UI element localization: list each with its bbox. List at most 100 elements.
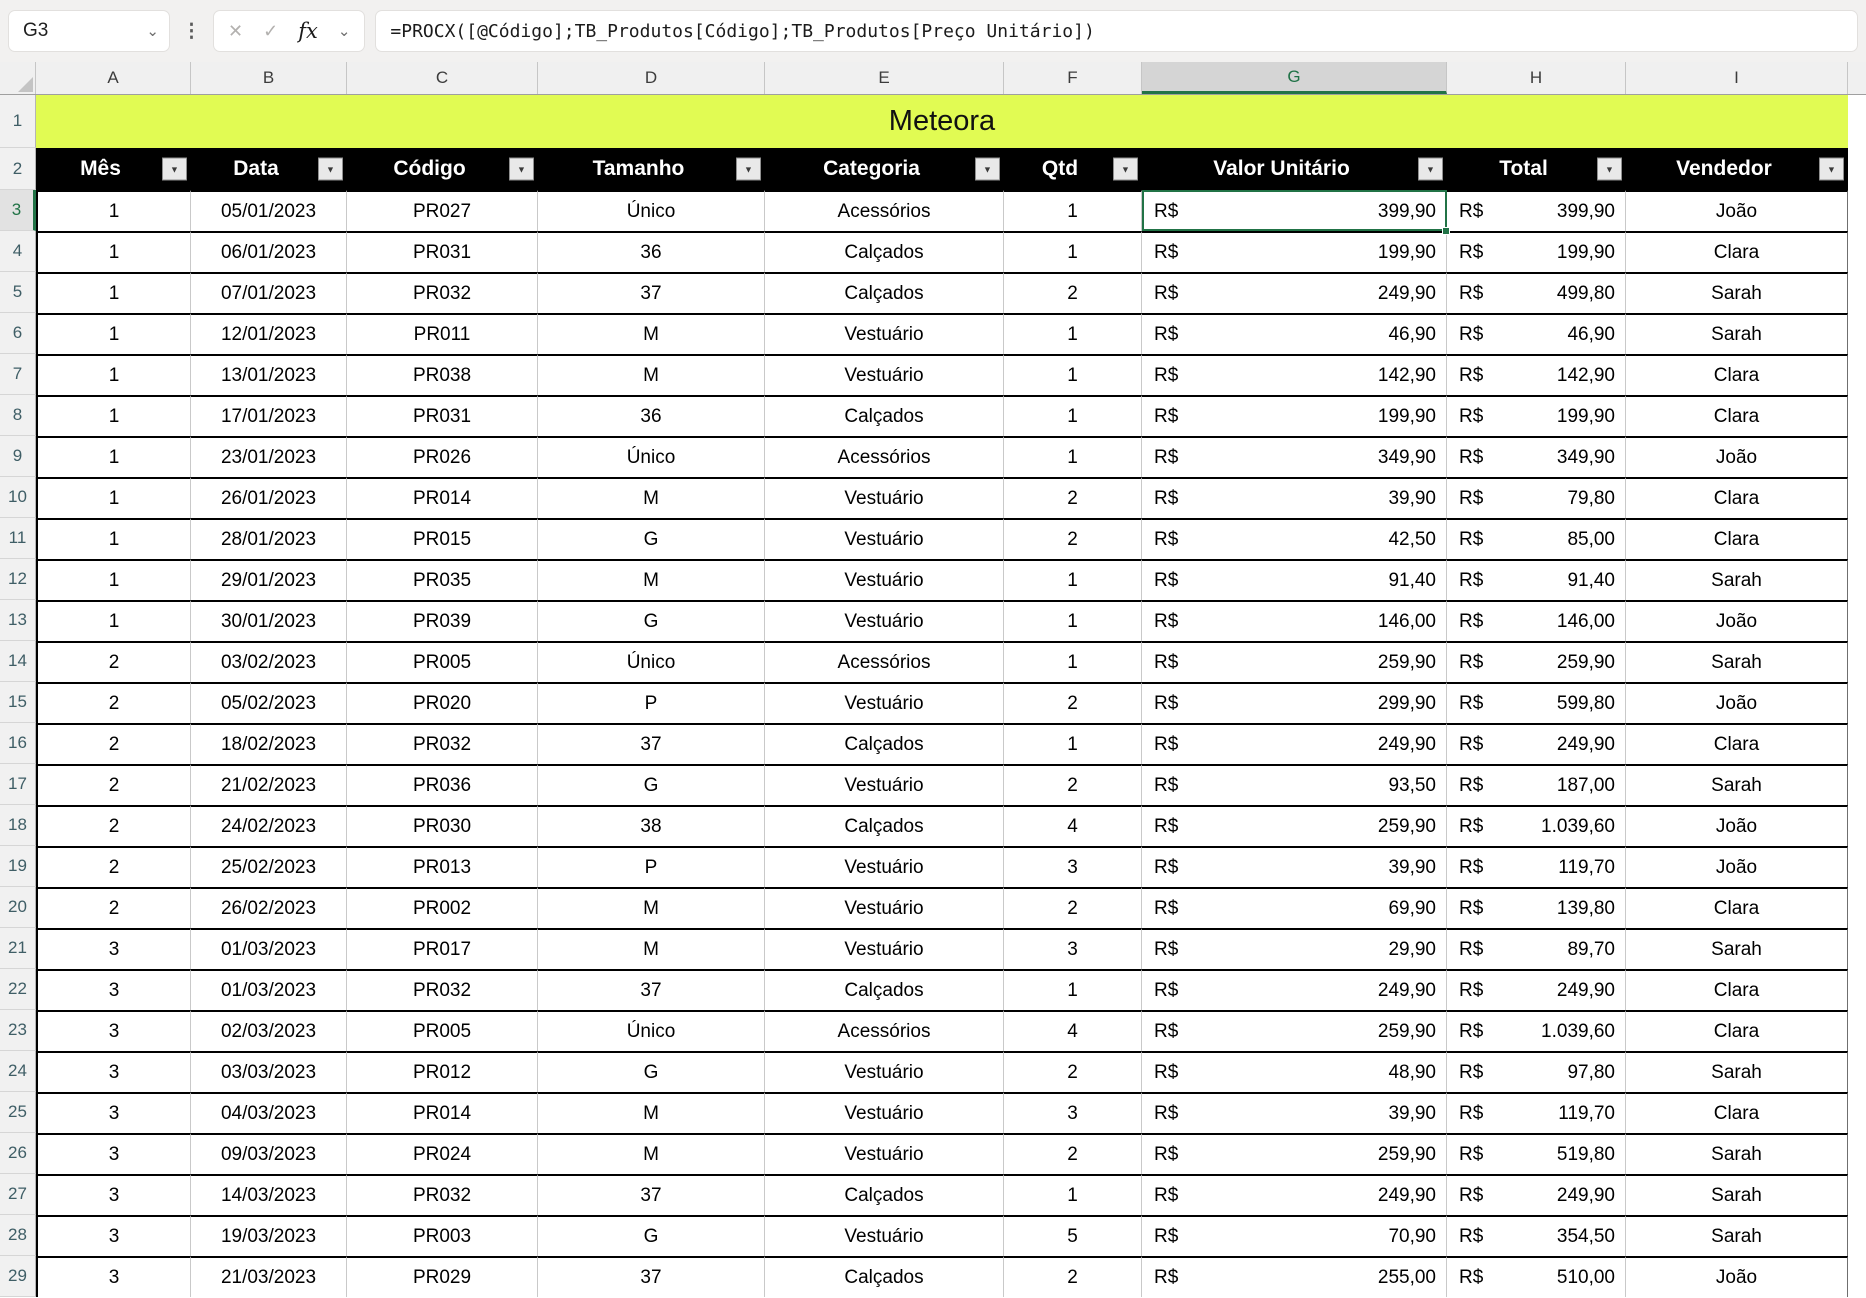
- cell-H26[interactable]: R$ 519,80: [1447, 1133, 1626, 1174]
- cell-F15[interactable]: 2: [1004, 682, 1142, 723]
- row-header-1[interactable]: 1: [0, 95, 36, 148]
- cell-A28[interactable]: 3: [36, 1215, 191, 1256]
- filter-button[interactable]: ▼: [1418, 157, 1443, 181]
- cell-G4[interactable]: R$ 199,90: [1142, 231, 1447, 272]
- cell-H23[interactable]: R$ 1.039,60: [1447, 1010, 1626, 1051]
- row-header-19[interactable]: 19: [0, 846, 36, 887]
- cell-G21[interactable]: R$ 29,90: [1142, 928, 1447, 969]
- row-header-28[interactable]: 28: [0, 1215, 36, 1256]
- cell-D7[interactable]: M: [538, 354, 765, 395]
- row-header-4[interactable]: 4: [0, 231, 36, 272]
- cell-C15[interactable]: PR020: [347, 682, 538, 723]
- cell-H15[interactable]: R$ 599,80: [1447, 682, 1626, 723]
- cancel-icon[interactable]: ✕: [228, 21, 243, 42]
- column-title-E[interactable]: Categoria ▼: [765, 148, 1004, 190]
- cell-I23[interactable]: Clara: [1626, 1010, 1848, 1051]
- cell-I26[interactable]: Sarah: [1626, 1133, 1848, 1174]
- filter-button[interactable]: ▼: [1113, 157, 1138, 181]
- cell-C12[interactable]: PR035: [347, 559, 538, 600]
- cell-E15[interactable]: Vestuário: [765, 682, 1004, 723]
- row-header-20[interactable]: 20: [0, 887, 36, 928]
- cell-E3[interactable]: Acessórios: [765, 190, 1004, 231]
- cell-B20[interactable]: 26/02/2023: [191, 887, 347, 928]
- cell-B21[interactable]: 01/03/2023: [191, 928, 347, 969]
- cell-G25[interactable]: R$ 39,90: [1142, 1092, 1447, 1133]
- cell-A13[interactable]: 1: [36, 600, 191, 641]
- cell-B8[interactable]: 17/01/2023: [191, 395, 347, 436]
- column-header-G[interactable]: G: [1142, 62, 1447, 94]
- cell-F14[interactable]: 1: [1004, 641, 1142, 682]
- cell-D17[interactable]: G: [538, 764, 765, 805]
- cell-D11[interactable]: G: [538, 518, 765, 559]
- cell-C18[interactable]: PR030: [347, 805, 538, 846]
- cell-E10[interactable]: Vestuário: [765, 477, 1004, 518]
- cell-H22[interactable]: R$ 249,90: [1447, 969, 1626, 1010]
- confirm-icon[interactable]: ✓: [263, 21, 278, 42]
- cell-I10[interactable]: Clara: [1626, 477, 1848, 518]
- cell-F21[interactable]: 3: [1004, 928, 1142, 969]
- cell-E20[interactable]: Vestuário: [765, 887, 1004, 928]
- cell-I27[interactable]: Sarah: [1626, 1174, 1848, 1215]
- row-header-12[interactable]: 12: [0, 559, 36, 600]
- column-title-D[interactable]: Tamanho ▼: [538, 148, 765, 190]
- sheet-title[interactable]: Meteora: [36, 95, 1848, 148]
- cell-B11[interactable]: 28/01/2023: [191, 518, 347, 559]
- cell-C3[interactable]: PR027: [347, 190, 538, 231]
- row-header-7[interactable]: 7: [0, 354, 36, 395]
- cell-C23[interactable]: PR005: [347, 1010, 538, 1051]
- cell-A18[interactable]: 2: [36, 805, 191, 846]
- cell-A3[interactable]: 1: [36, 190, 191, 231]
- cell-A5[interactable]: 1: [36, 272, 191, 313]
- cell-G20[interactable]: R$ 69,90: [1142, 887, 1447, 928]
- cell-H8[interactable]: R$ 199,90: [1447, 395, 1626, 436]
- cell-I12[interactable]: Sarah: [1626, 559, 1848, 600]
- cell-D25[interactable]: M: [538, 1092, 765, 1133]
- cell-C10[interactable]: PR014: [347, 477, 538, 518]
- cell-F20[interactable]: 2: [1004, 887, 1142, 928]
- cell-G6[interactable]: R$ 46,90: [1142, 313, 1447, 354]
- cell-I16[interactable]: Clara: [1626, 723, 1848, 764]
- cell-C22[interactable]: PR032: [347, 969, 538, 1010]
- cell-C19[interactable]: PR013: [347, 846, 538, 887]
- column-header-H[interactable]: H: [1447, 62, 1626, 94]
- cell-G26[interactable]: R$ 259,90: [1142, 1133, 1447, 1174]
- cell-G28[interactable]: R$ 70,90: [1142, 1215, 1447, 1256]
- column-title-C[interactable]: Código ▼: [347, 148, 538, 190]
- row-header-5[interactable]: 5: [0, 272, 36, 313]
- cell-C25[interactable]: PR014: [347, 1092, 538, 1133]
- cell-A6[interactable]: 1: [36, 313, 191, 354]
- cell-E11[interactable]: Vestuário: [765, 518, 1004, 559]
- cell-F7[interactable]: 1: [1004, 354, 1142, 395]
- cell-B19[interactable]: 25/02/2023: [191, 846, 347, 887]
- cell-H10[interactable]: R$ 79,80: [1447, 477, 1626, 518]
- cell-E6[interactable]: Vestuário: [765, 313, 1004, 354]
- cell-I19[interactable]: João: [1626, 846, 1848, 887]
- cell-B18[interactable]: 24/02/2023: [191, 805, 347, 846]
- row-header-10[interactable]: 10: [0, 477, 36, 518]
- cell-H21[interactable]: R$ 89,70: [1447, 928, 1626, 969]
- cell-B24[interactable]: 03/03/2023: [191, 1051, 347, 1092]
- cell-A7[interactable]: 1: [36, 354, 191, 395]
- cell-C20[interactable]: PR002: [347, 887, 538, 928]
- cell-A15[interactable]: 2: [36, 682, 191, 723]
- cell-G9[interactable]: R$ 349,90: [1142, 436, 1447, 477]
- cell-F4[interactable]: 1: [1004, 231, 1142, 272]
- cell-B7[interactable]: 13/01/2023: [191, 354, 347, 395]
- cell-E23[interactable]: Acessórios: [765, 1010, 1004, 1051]
- cell-G12[interactable]: R$ 91,40: [1142, 559, 1447, 600]
- cell-D8[interactable]: 36: [538, 395, 765, 436]
- cell-D3[interactable]: Único: [538, 190, 765, 231]
- cell-B9[interactable]: 23/01/2023: [191, 436, 347, 477]
- cell-F26[interactable]: 2: [1004, 1133, 1142, 1174]
- chevron-down-icon[interactable]: ⌄: [146, 24, 159, 39]
- cell-G5[interactable]: R$ 249,90: [1142, 272, 1447, 313]
- cell-G16[interactable]: R$ 249,90: [1142, 723, 1447, 764]
- cell-F24[interactable]: 2: [1004, 1051, 1142, 1092]
- cell-G22[interactable]: R$ 249,90: [1142, 969, 1447, 1010]
- cell-H19[interactable]: R$ 119,70: [1447, 846, 1626, 887]
- filter-button[interactable]: ▼: [975, 157, 1000, 181]
- cell-F5[interactable]: 2: [1004, 272, 1142, 313]
- cell-F18[interactable]: 4: [1004, 805, 1142, 846]
- cell-C17[interactable]: PR036: [347, 764, 538, 805]
- row-header-3[interactable]: 3: [0, 190, 36, 231]
